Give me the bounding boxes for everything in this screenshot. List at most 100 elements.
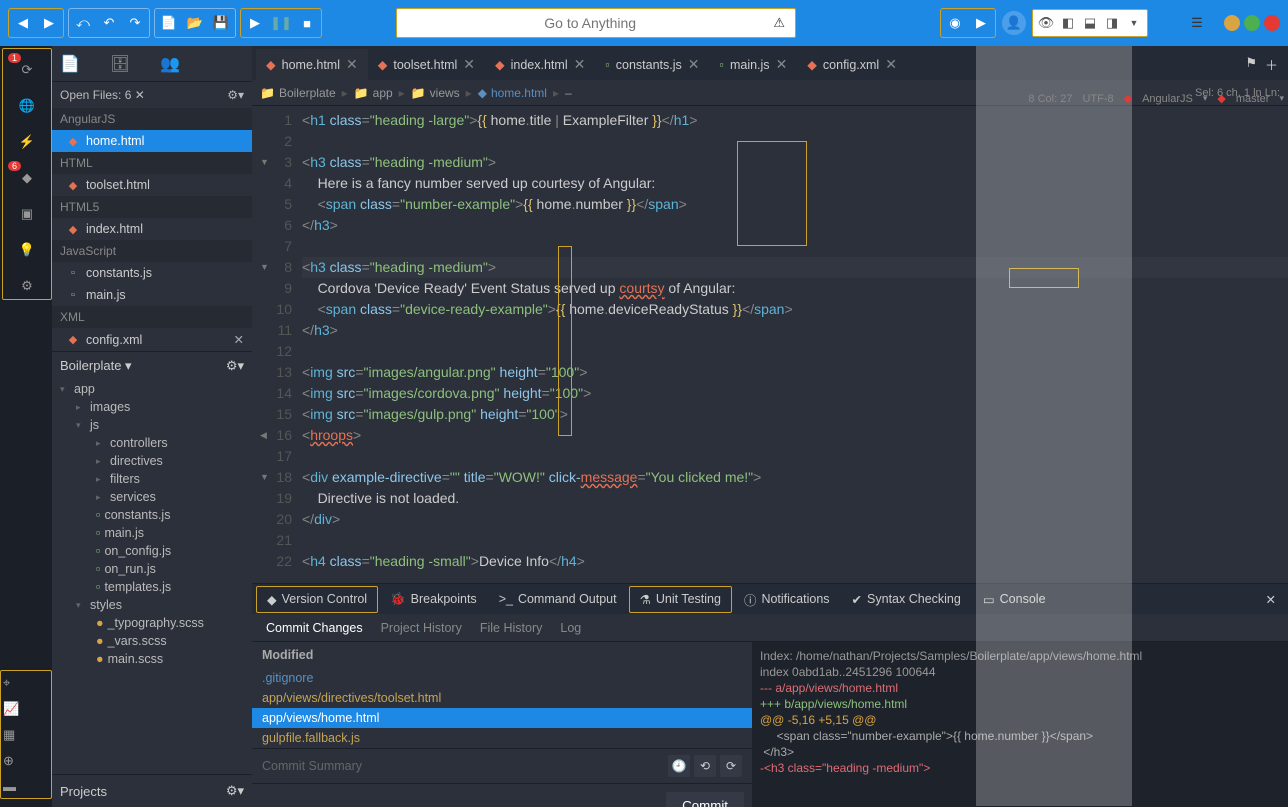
forward-icon[interactable]: ▶ (36, 10, 62, 36)
tree-services[interactable]: ▸services (52, 488, 252, 506)
globe-icon[interactable]: 🌐 (12, 93, 42, 119)
tab-no[interactable]: ⓘ Notifications (734, 585, 840, 614)
tree-images[interactable]: ▸images (52, 398, 252, 416)
tree-mainscss[interactable]: ●main.scss (52, 650, 252, 668)
commit-summary[interactable]: Commit Summary 🕘 ⟲ ⟳ (252, 748, 752, 783)
tab-toolset[interactable]: ◆toolset.html✕ (368, 49, 485, 80)
changed-home[interactable]: app/views/home.html (252, 708, 752, 728)
preview-icon[interactable]: 👁 (1035, 12, 1057, 34)
revert-icon[interactable]: ⟲ (694, 755, 716, 777)
tree-onrun[interactable]: ▫on_run.js (52, 560, 252, 578)
record-play-icon[interactable]: ▶ (968, 10, 994, 36)
flag-icon[interactable]: ⚑ (1245, 55, 1257, 74)
share-icon[interactable]: ◆ (12, 165, 42, 191)
close-all-icon[interactable]: ✕ (135, 88, 145, 102)
chevron-down-icon[interactable]: ▼ (1123, 12, 1145, 34)
record-icon[interactable]: ◉ (942, 10, 968, 36)
tab-main[interactable]: ▫main.js✕ (710, 49, 798, 80)
tab-config[interactable]: ◆config.xml✕ (797, 49, 907, 80)
tree-controllers[interactable]: ▸controllers (52, 434, 252, 452)
bolt-icon[interactable]: ⚡ (12, 129, 42, 155)
changed-toolset[interactable]: app/views/directives/toolset.html (252, 688, 752, 708)
layout-bottom-icon[interactable]: ⬓ (1079, 12, 1101, 34)
file-toolset[interactable]: ◆toolset.html (52, 174, 252, 196)
chart-icon[interactable]: 📈 (3, 701, 49, 717)
tree-constants[interactable]: ▫constants.js (52, 506, 252, 524)
stop-icon[interactable]: ■ (294, 10, 320, 36)
tree-directives[interactable]: ▸directives (52, 452, 252, 470)
new-file-icon[interactable]: 📄 (156, 10, 182, 36)
refresh-icon[interactable]: ⟳ (720, 755, 742, 777)
close-tab-icon[interactable]: ✕ (885, 56, 897, 73)
layout-left-icon[interactable]: ◧ (1057, 12, 1079, 34)
changed-gitignore[interactable]: .gitignore (252, 668, 752, 688)
terminal-icon[interactable]: ⌖ (3, 675, 49, 691)
clock-icon[interactable]: 🕘 (668, 755, 690, 777)
tab-home[interactable]: ◆home.html✕ (256, 49, 368, 80)
cursor-pos[interactable]: 8 Col: 27 (1028, 93, 1072, 105)
close-icon[interactable] (1264, 15, 1280, 31)
tab-co[interactable]: >_ Command Output (489, 587, 627, 611)
undo-icon[interactable]: ↶ (96, 10, 122, 36)
grid-icon[interactable]: ▦ (3, 727, 49, 743)
minimize-icon[interactable] (1224, 15, 1240, 31)
sub-projhist[interactable]: Project History (381, 621, 462, 635)
encoding[interactable]: UTF-8 (1082, 93, 1113, 105)
tree-templates[interactable]: ▫templates.js (52, 578, 252, 596)
tree-typo[interactable]: ●_typography.scss (52, 614, 252, 632)
search-input[interactable] (407, 15, 773, 31)
close-panel-icon[interactable]: ✕ (1258, 588, 1284, 611)
tab-vc[interactable]: ◆ Version Control (256, 586, 378, 613)
people-tab-icon[interactable]: 👥 (160, 54, 180, 74)
add-tab-icon[interactable]: ＋ (1265, 55, 1278, 74)
redo-icon[interactable]: ↷ (122, 10, 148, 36)
open-folder-icon[interactable]: 📂 (182, 10, 208, 36)
layout-right-icon[interactable]: ◨ (1101, 12, 1123, 34)
framework[interactable]: AngularJS (1142, 93, 1193, 105)
close-tab-icon[interactable]: ✕ (463, 56, 475, 73)
tree-js[interactable]: ▾js (52, 416, 252, 434)
maximize-icon[interactable] (1244, 15, 1260, 31)
pause-icon[interactable]: ❚❚ (268, 10, 294, 36)
user-icon[interactable]: 👤 (1002, 11, 1026, 35)
tree-mainjs[interactable]: ▫main.js (52, 524, 252, 542)
tab-constants[interactable]: ▫constants.js✕ (595, 49, 709, 80)
bulb-icon[interactable]: 💡 (12, 237, 42, 263)
panel-icon[interactable]: ▣ (12, 201, 42, 227)
tab-ut[interactable]: ⚗ Unit Testing (629, 586, 732, 613)
code-editor[interactable]: 1<h1 class="heading -large">{{ home.titl… (252, 106, 1288, 583)
branch[interactable]: master (1236, 93, 1270, 105)
file-config[interactable]: ◆config.xml✕ (52, 328, 252, 351)
sub-filehist[interactable]: File History (480, 621, 543, 635)
file-main[interactable]: ▫main.js (52, 284, 252, 306)
commit-button[interactable]: Commit (666, 792, 744, 807)
close-tab-icon[interactable]: ✕ (776, 56, 788, 73)
file-home[interactable]: ◆home.html (52, 130, 252, 152)
book-icon[interactable]: ▬ (3, 779, 49, 794)
gear-icon[interactable]: ⚙ (12, 273, 42, 299)
file-tab-icon[interactable]: 📄 (60, 54, 80, 74)
tab-bp[interactable]: 🐞 Breakpoints (380, 587, 487, 612)
file-constants[interactable]: ▫constants.js (52, 262, 252, 284)
close-file-icon[interactable]: ✕ (234, 332, 244, 347)
tree-onconfig[interactable]: ▫on_config.js (52, 542, 252, 560)
sub-log[interactable]: Log (560, 621, 581, 635)
gear-icon[interactable]: ⚙▾ (227, 88, 244, 102)
sync-icon[interactable]: ⟳ (12, 57, 42, 83)
save-icon[interactable]: 💾 (208, 10, 234, 36)
world-icon[interactable]: ⊕ (3, 753, 49, 769)
go-to-anything[interactable]: ⚠ (396, 8, 796, 38)
play-icon[interactable]: ▶ (242, 10, 268, 36)
tree-styles[interactable]: ▾styles (52, 596, 252, 614)
tree-filters[interactable]: ▸filters (52, 470, 252, 488)
tree-app[interactable]: ▾app (52, 380, 252, 398)
file-index[interactable]: ◆index.html (52, 218, 252, 240)
back-icon[interactable]: ◀ (10, 10, 36, 36)
last-edit-icon[interactable]: ⤺ (70, 10, 96, 36)
db-tab-icon[interactable]: 🗄 (110, 54, 130, 74)
gear-icon[interactable]: ⚙▾ (226, 783, 244, 799)
gear-icon[interactable]: ⚙▾ (226, 358, 244, 374)
tree-vars[interactable]: ●_vars.scss (52, 632, 252, 650)
close-tab-icon[interactable]: ✕ (574, 56, 586, 73)
sub-commit[interactable]: Commit Changes (266, 621, 363, 635)
